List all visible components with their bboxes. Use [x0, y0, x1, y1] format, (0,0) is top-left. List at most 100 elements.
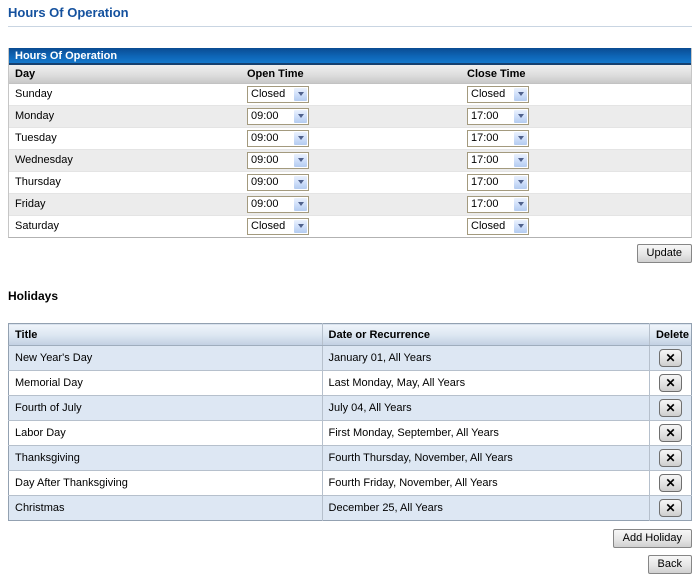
select-value: 17:00: [468, 131, 513, 146]
dropdown-arrow-icon: [513, 153, 528, 168]
column-header-day: Day: [9, 65, 241, 83]
dropdown-arrow-icon: [513, 87, 528, 102]
holiday-date: First Monday, September, All Years: [322, 421, 649, 446]
delete-holiday-button[interactable]: ✕: [659, 374, 682, 392]
day-label: Tuesday: [9, 127, 241, 149]
delete-x-icon: ✕: [665, 477, 675, 489]
select-value: Closed: [468, 219, 513, 234]
holiday-row-day-after-thanksgiving: Day After Thanksgiving Fourth Friday, No…: [9, 471, 692, 496]
hours-row-saturday: Saturday Closed Closed: [9, 215, 691, 237]
holiday-row-christmas: Christmas December 25, All Years ✕: [9, 496, 692, 521]
column-header-date-or-recurrence: Date or Recurrence: [322, 324, 649, 346]
select-value: 17:00: [468, 153, 513, 168]
holiday-date: Last Monday, May, All Years: [322, 371, 649, 396]
holiday-title: Memorial Day: [9, 371, 323, 396]
holiday-row-labor-day: Labor Day First Monday, September, All Y…: [9, 421, 692, 446]
hours-of-operation-panel: Hours Of Operation Day Open Time Close T…: [8, 48, 692, 238]
holiday-title: Fourth of July: [9, 396, 323, 421]
dropdown-arrow-icon: [513, 219, 528, 234]
open-time-select-friday[interactable]: 09:00: [247, 196, 309, 213]
holiday-date: July 04, All Years: [322, 396, 649, 421]
delete-x-icon: ✕: [665, 427, 675, 439]
holiday-title: New Year's Day: [9, 346, 323, 371]
hours-row-thursday: Thursday 09:00 17:00: [9, 171, 691, 193]
hours-row-tuesday: Tuesday 09:00 17:00: [9, 127, 691, 149]
hours-table: Day Open Time Close Time Sunday Closed C…: [9, 65, 691, 237]
select-value: Closed: [248, 87, 293, 102]
holiday-date: Fourth Friday, November, All Years: [322, 471, 649, 496]
select-value: 09:00: [248, 175, 293, 190]
delete-x-icon: ✕: [665, 452, 675, 464]
select-value: 09:00: [248, 153, 293, 168]
back-button[interactable]: Back: [648, 555, 692, 574]
open-time-select-saturday[interactable]: Closed: [247, 218, 309, 235]
day-label: Friday: [9, 193, 241, 215]
column-header-title: Title: [9, 324, 323, 346]
delete-holiday-button[interactable]: ✕: [659, 449, 682, 467]
close-time-select-saturday[interactable]: Closed: [467, 218, 529, 235]
day-label: Sunday: [9, 83, 241, 105]
page: Hours Of Operation Hours Of Operation Da…: [0, 0, 700, 574]
select-value: Closed: [468, 87, 513, 102]
delete-holiday-button[interactable]: ✕: [659, 424, 682, 442]
day-label: Saturday: [9, 215, 241, 237]
dropdown-arrow-icon: [513, 175, 528, 190]
hours-row-monday: Monday 09:00 17:00: [9, 105, 691, 127]
dropdown-arrow-icon: [293, 153, 308, 168]
page-title: Hours Of Operation: [8, 5, 692, 20]
back-row: Back: [8, 555, 692, 574]
select-value: Closed: [248, 219, 293, 234]
holidays-section-title: Holidays: [8, 289, 692, 303]
delete-holiday-button[interactable]: ✕: [659, 349, 682, 367]
holiday-row-memorial-day: Memorial Day Last Monday, May, All Years…: [9, 371, 692, 396]
open-time-select-monday[interactable]: 09:00: [247, 108, 309, 125]
column-header-open-time: Open Time: [241, 65, 461, 83]
delete-holiday-button[interactable]: ✕: [659, 474, 682, 492]
select-value: 17:00: [468, 197, 513, 212]
close-time-select-monday[interactable]: 17:00: [467, 108, 529, 125]
dropdown-arrow-icon: [513, 109, 528, 124]
delete-x-icon: ✕: [665, 502, 675, 514]
day-label: Monday: [9, 105, 241, 127]
column-header-delete: Delete: [649, 324, 691, 346]
delete-x-icon: ✕: [665, 352, 675, 364]
holiday-row-new-years-day: New Year's Day January 01, All Years ✕: [9, 346, 692, 371]
open-time-select-sunday[interactable]: Closed: [247, 86, 309, 103]
holiday-date: Fourth Thursday, November, All Years: [322, 446, 649, 471]
hours-panel-header: Hours Of Operation: [9, 48, 691, 65]
open-time-select-wednesday[interactable]: 09:00: [247, 152, 309, 169]
select-value: 09:00: [248, 131, 293, 146]
holiday-row-thanksgiving: Thanksgiving Fourth Thursday, November, …: [9, 446, 692, 471]
add-holiday-button[interactable]: Add Holiday: [613, 529, 692, 548]
dropdown-arrow-icon: [293, 87, 308, 102]
day-label: Wednesday: [9, 149, 241, 171]
close-time-select-tuesday[interactable]: 17:00: [467, 130, 529, 147]
holiday-date: December 25, All Years: [322, 496, 649, 521]
open-time-select-tuesday[interactable]: 09:00: [247, 130, 309, 147]
update-row: Update: [8, 244, 692, 263]
hours-row-sunday: Sunday Closed Closed: [9, 83, 691, 105]
add-holiday-row: Add Holiday: [8, 529, 692, 548]
delete-holiday-button[interactable]: ✕: [659, 499, 682, 517]
open-time-select-thursday[interactable]: 09:00: [247, 174, 309, 191]
dropdown-arrow-icon: [293, 175, 308, 190]
select-value: 17:00: [468, 109, 513, 124]
dropdown-arrow-icon: [513, 197, 528, 212]
delete-holiday-button[interactable]: ✕: [659, 399, 682, 417]
close-time-select-wednesday[interactable]: 17:00: [467, 152, 529, 169]
holiday-date: January 01, All Years: [322, 346, 649, 371]
update-button[interactable]: Update: [637, 244, 692, 263]
holiday-row-fourth-of-july: Fourth of July July 04, All Years ✕: [9, 396, 692, 421]
holiday-title: Thanksgiving: [9, 446, 323, 471]
day-label: Thursday: [9, 171, 241, 193]
holidays-header-row: Title Date or Recurrence Delete: [9, 324, 692, 346]
select-value: 09:00: [248, 197, 293, 212]
delete-x-icon: ✕: [665, 402, 675, 414]
hours-row-wednesday: Wednesday 09:00 17:00: [9, 149, 691, 171]
close-time-select-friday[interactable]: 17:00: [467, 196, 529, 213]
hours-header-row: Day Open Time Close Time: [9, 65, 691, 83]
delete-x-icon: ✕: [665, 377, 675, 389]
select-value: 17:00: [468, 175, 513, 190]
close-time-select-thursday[interactable]: 17:00: [467, 174, 529, 191]
close-time-select-sunday[interactable]: Closed: [467, 86, 529, 103]
